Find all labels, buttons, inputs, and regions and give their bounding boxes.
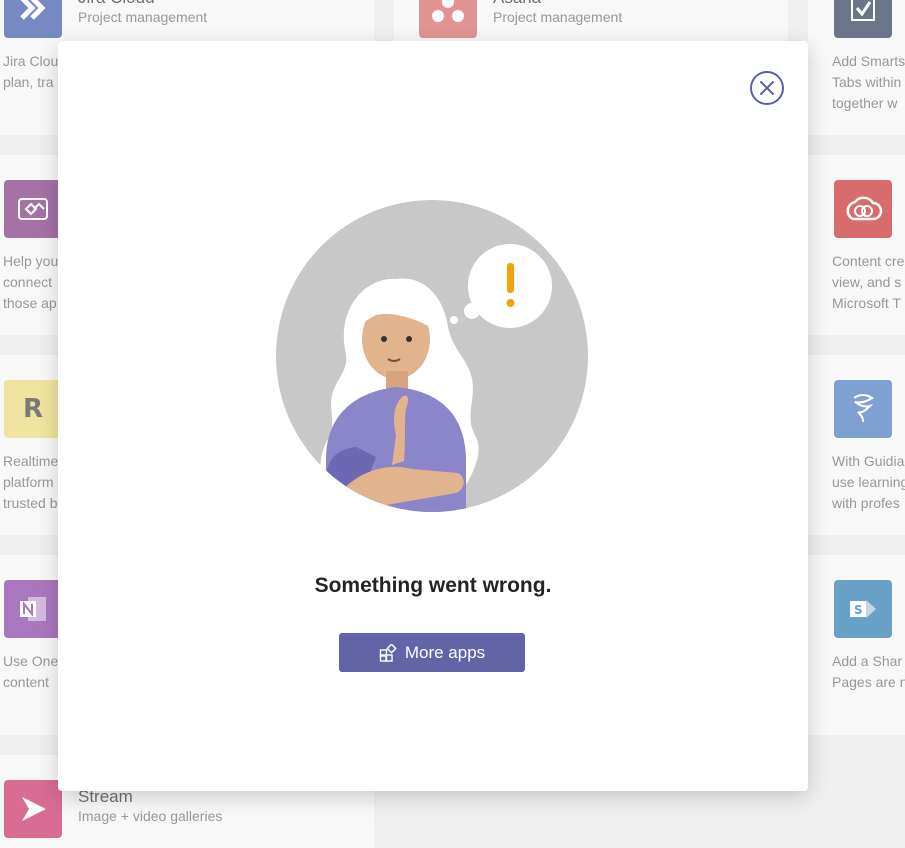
apps-icon xyxy=(379,643,397,662)
error-message: Something went wrong. xyxy=(314,574,552,597)
error-dialog: Something went wrong. More apps xyxy=(58,41,808,791)
more-apps-label: More apps xyxy=(404,642,486,662)
more-apps-button[interactable]: More apps xyxy=(339,633,525,672)
confused-person-illustration xyxy=(276,200,588,512)
close-button[interactable] xyxy=(750,71,784,105)
close-icon xyxy=(760,81,774,95)
